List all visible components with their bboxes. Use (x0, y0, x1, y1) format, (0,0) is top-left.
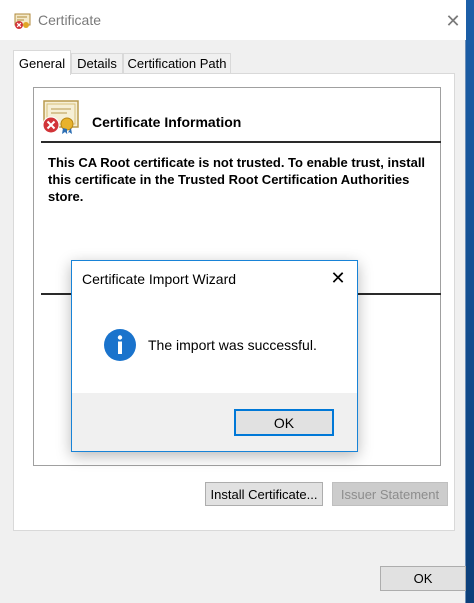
dialog-message: The import was successful. (148, 337, 317, 353)
ok-button[interactable]: OK (380, 566, 466, 591)
issuer-statement-button[interactable]: Issuer Statement (332, 482, 448, 506)
tab-certification-path[interactable]: Certification Path (123, 53, 231, 73)
dialog-title: Certificate Import Wizard (82, 271, 237, 287)
certificate-info-title: Certificate Information (92, 114, 242, 130)
import-wizard-dialog: Certificate Import Wizard ✕ The import w… (71, 260, 358, 452)
title-bar[interactable]: Certificate ✕ (0, 0, 466, 40)
tab-details[interactable]: Details (71, 53, 123, 73)
install-certificate-button[interactable]: Install Certificate... (205, 482, 323, 506)
tab-general[interactable]: General (13, 50, 71, 75)
window-title: Certificate (38, 12, 102, 28)
dialog-footer: OK (72, 393, 357, 451)
close-icon[interactable]: ✕ (326, 267, 350, 289)
desktop-background (466, 0, 474, 603)
dialog-ok-button[interactable]: OK (234, 409, 334, 436)
certificate-error-icon (42, 100, 79, 134)
divider (41, 141, 441, 143)
certificate-icon (14, 13, 31, 29)
info-icon (104, 329, 136, 361)
close-icon[interactable]: ✕ (440, 8, 466, 34)
trust-warning-text: This CA Root certificate is not trusted.… (48, 155, 426, 204)
